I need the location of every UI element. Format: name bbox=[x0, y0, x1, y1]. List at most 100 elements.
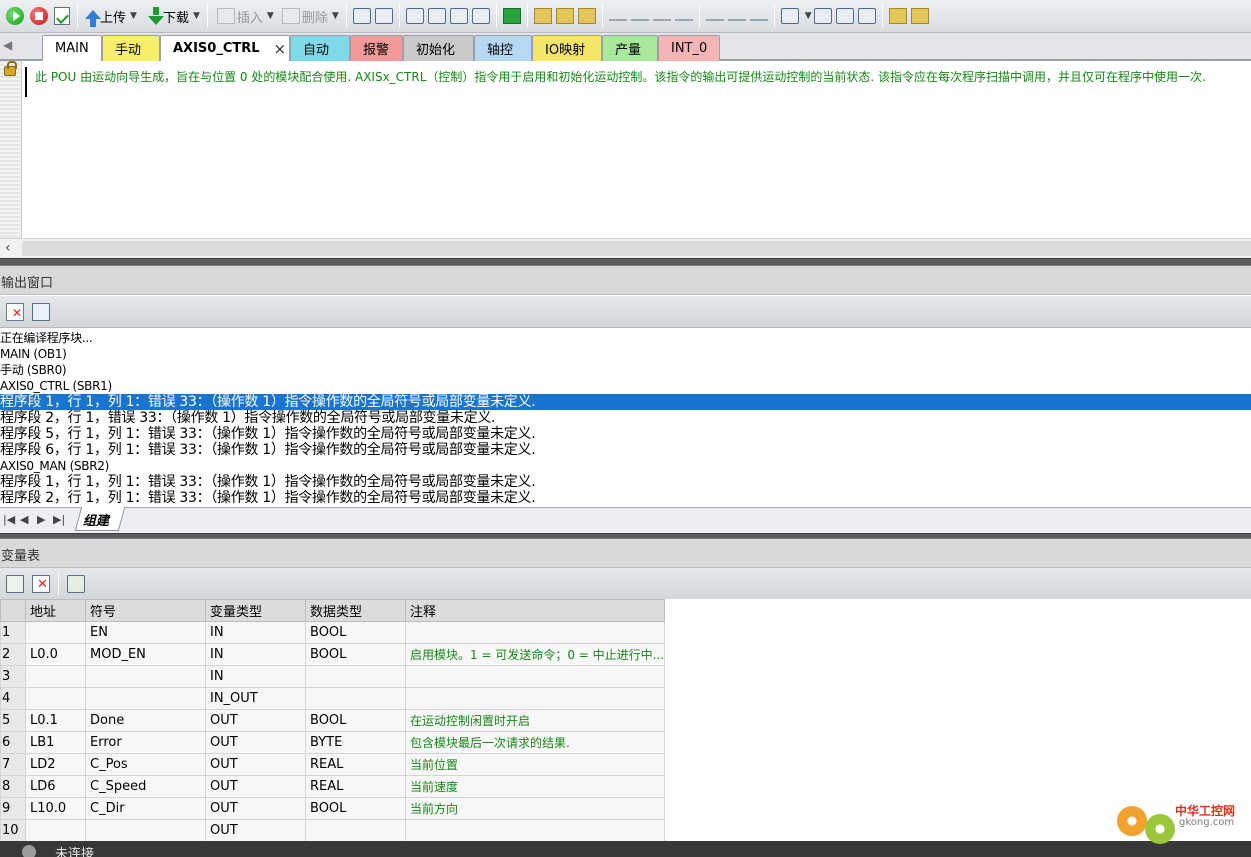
tab-int0[interactable]: INT_0 bbox=[658, 35, 720, 61]
table-row[interactable]: 9 L10.0 C_Dir OUT BOOL 当前方向 bbox=[0, 797, 666, 820]
key-icon[interactable] bbox=[888, 8, 907, 24]
address-cell[interactable]: L0.0 bbox=[25, 643, 86, 666]
tab-axis0-ctrl[interactable]: AXIS0_CTRL × bbox=[160, 35, 290, 61]
comment-cell[interactable]: 当前位置 bbox=[404, 753, 666, 776]
address-cell[interactable]: LB1 bbox=[25, 731, 86, 754]
close-icon[interactable]: × bbox=[274, 40, 287, 58]
output-line[interactable]: 程序段 5，行 1，列 1：错误 33：（操作数 1）指令操作数的全局符号或局部… bbox=[0, 426, 1251, 442]
table-icon[interactable] bbox=[813, 8, 832, 24]
table-row[interactable]: 4 IN_OUT bbox=[0, 687, 666, 710]
column-header[interactable]: 变量类型 bbox=[205, 599, 306, 622]
branch-down-icon[interactable] bbox=[630, 11, 649, 21]
data-type-cell[interactable]: REAL bbox=[305, 775, 406, 798]
tab-output-count[interactable]: 产量 bbox=[602, 35, 658, 61]
delete-row-icon[interactable] bbox=[32, 574, 50, 593]
scrollbar-thumb[interactable] bbox=[22, 241, 1251, 256]
data-type-cell[interactable]: BOOL bbox=[305, 709, 406, 732]
box-icon[interactable] bbox=[749, 11, 768, 21]
column-header[interactable]: 注释 bbox=[404, 599, 666, 622]
chevron-down-icon[interactable]: ▼ bbox=[193, 11, 200, 21]
tab-auto[interactable]: 自动 bbox=[290, 35, 350, 61]
tab-axis-control[interactable]: 轴控 bbox=[474, 35, 532, 61]
data-type-cell[interactable] bbox=[305, 665, 406, 688]
data-type-cell[interactable]: BOOL bbox=[305, 621, 406, 644]
output-line[interactable]: 程序段 1，行 1，列 1：错误 33：（操作数 1）指令操作数的全局符号或局部… bbox=[0, 474, 1251, 490]
column-header[interactable]: 符号 bbox=[85, 599, 206, 622]
first-icon[interactable]: |◀ bbox=[3, 513, 15, 526]
tab-build[interactable]: 组建 bbox=[74, 507, 126, 531]
address-cell[interactable]: L10.0 bbox=[25, 797, 86, 820]
branch-icon[interactable] bbox=[608, 11, 627, 21]
table-row[interactable]: 7 LD2 C_Pos OUT REAL 当前位置 bbox=[0, 753, 666, 776]
stop-button[interactable] bbox=[28, 4, 50, 28]
address-cell[interactable]: LD6 bbox=[25, 775, 86, 798]
output-line[interactable]: 手动 (SBR0) bbox=[0, 362, 1251, 378]
compile-button[interactable] bbox=[52, 4, 72, 28]
table-row[interactable]: 2 L0.0 MOD_EN IN BOOL 启用模块。1 = 可发送命令；0 = 中止进行… bbox=[0, 643, 666, 666]
var-type-cell[interactable]: OUT bbox=[205, 753, 306, 776]
comment-cell[interactable]: 启用模块。1 = 可发送命令；0 = 中止进行中... bbox=[404, 643, 666, 666]
tab-scroll-left-icon[interactable]: ◀ bbox=[3, 38, 12, 52]
column-header[interactable]: 地址 bbox=[25, 599, 86, 622]
copy-output-icon[interactable] bbox=[32, 302, 50, 321]
comment-cell[interactable] bbox=[404, 665, 666, 688]
chevron-down-icon[interactable]: ▼ bbox=[130, 11, 137, 21]
symbol-cell[interactable]: C_Pos bbox=[85, 753, 206, 776]
network-icon[interactable] bbox=[352, 8, 371, 24]
data-type-cell[interactable]: BOOL bbox=[305, 797, 406, 820]
var-type-cell[interactable]: OUT bbox=[205, 819, 306, 841]
tab-init[interactable]: 初始化 bbox=[403, 35, 474, 61]
address-cell[interactable] bbox=[25, 665, 86, 688]
splitter[interactable] bbox=[0, 258, 1251, 266]
var-type-cell[interactable]: OUT bbox=[205, 709, 306, 732]
table-row[interactable]: 8 LD6 C_Speed OUT REAL 当前速度 bbox=[0, 775, 666, 798]
coil-icon[interactable] bbox=[727, 11, 746, 21]
output-line[interactable]: 程序段 1，行 1，列 1：错误 33：（操作数 1）指令操作数的全局符号或局部… bbox=[0, 394, 1251, 410]
lock-icon[interactable] bbox=[533, 8, 552, 24]
comment-cell[interactable]: 在运动控制闲置时开启 bbox=[404, 709, 666, 732]
editor-horizontal-scrollbar[interactable]: ‹ bbox=[0, 238, 1251, 258]
chevron-down-icon[interactable]: ▼ bbox=[805, 11, 812, 21]
table-row[interactable]: 10 OUT bbox=[0, 819, 666, 841]
insert-row-icon[interactable] bbox=[6, 574, 24, 593]
data-type-cell[interactable] bbox=[305, 687, 406, 710]
branch-up-icon[interactable] bbox=[652, 11, 671, 21]
window-close-icon[interactable] bbox=[471, 8, 490, 24]
symbol-cell[interactable]: MOD_EN bbox=[85, 643, 206, 666]
download-button[interactable]: 下载 ▼ bbox=[146, 4, 202, 28]
output-line[interactable]: 程序段 2，行 1，错误 33：（操作数 1）指令操作数的全局符号或局部变量未定… bbox=[0, 410, 1251, 426]
symbol-cell[interactable]: EN bbox=[85, 621, 206, 644]
next-icon[interactable]: ▶ bbox=[37, 513, 45, 526]
upload-button[interactable]: 上传 ▼ bbox=[83, 4, 139, 28]
column-header[interactable]: 数据类型 bbox=[305, 599, 406, 622]
symbol-cell[interactable]: C_Dir bbox=[85, 797, 206, 820]
table-row[interactable]: 3 IN bbox=[0, 665, 666, 688]
pou-comment[interactable]: 此 POU 由运动向导生成，旨在与位置 0 处的模块配合使用. AXISx_CT… bbox=[35, 68, 1206, 85]
data-type-cell[interactable]: BOOL bbox=[305, 643, 406, 666]
var-type-cell[interactable]: IN bbox=[205, 665, 306, 688]
var-type-cell[interactable]: OUT bbox=[205, 797, 306, 820]
data-type-cell[interactable] bbox=[305, 819, 406, 841]
address-cell[interactable] bbox=[25, 621, 86, 644]
output-line[interactable]: AXIS0_CTRL (SBR1) bbox=[0, 378, 1251, 394]
unlock-icon[interactable] bbox=[555, 8, 574, 24]
var-type-cell[interactable]: IN bbox=[205, 621, 306, 644]
program-editor[interactable]: 此 POU 由运动向导生成，旨在与位置 0 处的模块配合使用. AXISx_CT… bbox=[0, 61, 1251, 238]
chevron-down-icon[interactable]: ▼ bbox=[267, 11, 274, 21]
comment-cell[interactable]: 包含模块最后一次请求的结果. bbox=[404, 731, 666, 754]
import-icon[interactable] bbox=[67, 574, 85, 593]
var-type-cell[interactable]: OUT bbox=[205, 731, 306, 754]
var-type-cell[interactable]: IN bbox=[205, 643, 306, 666]
tab-io-map[interactable]: IO映射 bbox=[532, 35, 602, 61]
network-grid-icon[interactable] bbox=[374, 8, 393, 24]
output-line[interactable]: 程序段 2，行 1，列 1：错误 33：（操作数 1）指令操作数的全局符号或局部… bbox=[0, 490, 1251, 506]
symbol-cell[interactable]: Done bbox=[85, 709, 206, 732]
output-line[interactable]: MAIN (OB1) bbox=[0, 346, 1251, 362]
window-back-icon[interactable] bbox=[427, 8, 446, 24]
comment-cell[interactable] bbox=[404, 687, 666, 710]
table-row[interactable]: 5 L0.1 Done OUT BOOL 在运动控制闲置时开启 bbox=[0, 709, 666, 732]
window-icon[interactable] bbox=[405, 8, 424, 24]
data-type-cell[interactable]: BYTE bbox=[305, 731, 406, 754]
last-icon[interactable]: ▶| bbox=[53, 513, 65, 526]
table-row[interactable]: 6 LB1 Error OUT BYTE 包含模块最后一次请求的结果. bbox=[0, 731, 666, 754]
